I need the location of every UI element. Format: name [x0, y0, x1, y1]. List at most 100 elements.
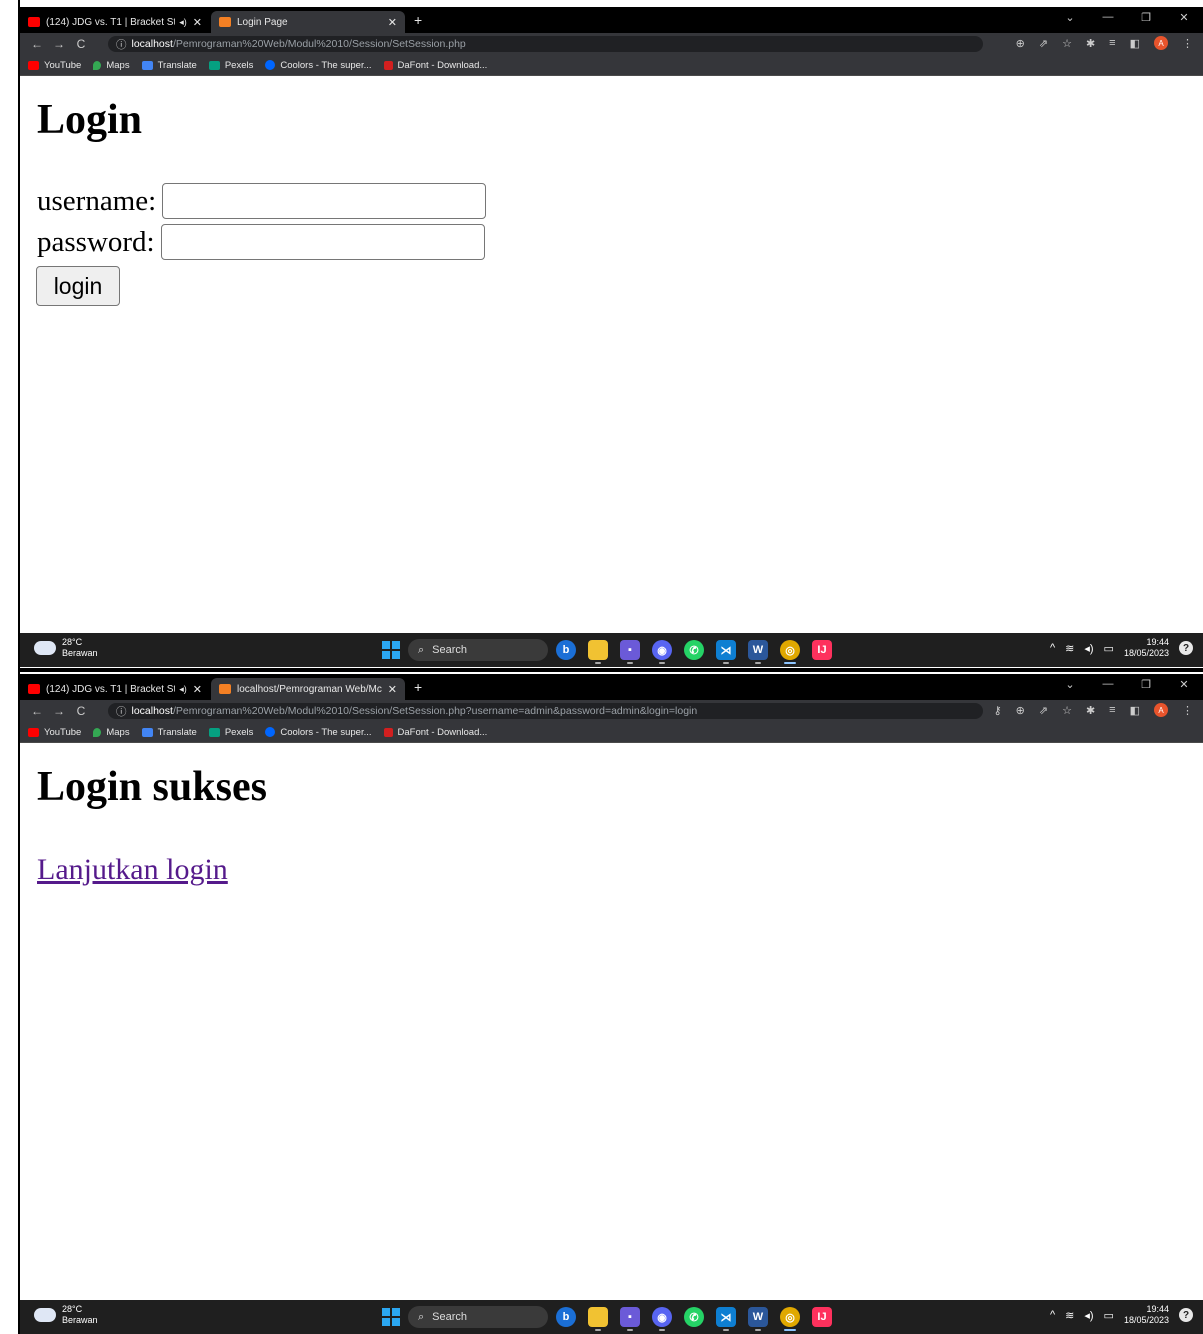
wifi-icon[interactable]: ≋: [1065, 1309, 1074, 1322]
speaker-icon[interactable]: ◂): [179, 17, 187, 28]
bookmark-dafont[interactable]: DaFont - Download...: [383, 60, 487, 71]
word-icon[interactable]: W: [748, 640, 768, 664]
discord-icon[interactable]: ◉: [652, 1307, 672, 1331]
volume-icon[interactable]: ◂): [1084, 1309, 1093, 1322]
close-window-icon[interactable]: ✕: [1165, 11, 1203, 24]
help-icon[interactable]: ?: [1179, 641, 1193, 655]
bookmark-maps[interactable]: Maps: [93, 727, 130, 738]
wifi-icon[interactable]: ≋: [1065, 642, 1074, 655]
volume-icon[interactable]: ◂): [1084, 642, 1093, 655]
bookmark-coolors[interactable]: Coolors - The super...: [265, 60, 372, 71]
whatsapp-icon[interactable]: ✆: [684, 1307, 704, 1327]
app-icon-1[interactable]: b: [556, 1307, 576, 1327]
battery-icon[interactable]: ▭: [1104, 1309, 1114, 1322]
bookmark-maps[interactable]: Maps: [93, 60, 130, 71]
new-tab-icon[interactable]: +: [414, 679, 422, 695]
weather-widget[interactable]: 28°C Berawan: [32, 1303, 98, 1326]
app-icon-1[interactable]: b: [556, 640, 576, 660]
tab-localhost[interactable]: localhost/Pemrograman Web/Mc ✕: [211, 678, 405, 700]
close-tab-icon[interactable]: ✕: [193, 683, 202, 696]
extensions-icon[interactable]: ✱: [1086, 704, 1095, 717]
restore-icon[interactable]: ❐: [1127, 11, 1165, 24]
bookmark-coolors[interactable]: Coolors - The super...: [265, 727, 372, 738]
whatsapp-icon[interactable]: ✆: [684, 640, 704, 660]
close-window-icon[interactable]: ✕: [1165, 678, 1203, 691]
clock[interactable]: 19:44 18/05/2023: [1124, 637, 1169, 659]
reading-list-icon[interactable]: ≡: [1109, 37, 1115, 49]
extensions-icon[interactable]: ✱: [1086, 37, 1095, 50]
jetbrains-icon[interactable]: IJ: [812, 640, 832, 660]
side-panel-icon[interactable]: ◧: [1130, 704, 1140, 717]
back-icon[interactable]: ←: [26, 704, 48, 718]
bookmark-star-icon[interactable]: ☆: [1062, 37, 1072, 50]
chrome-icon[interactable]: ◎: [780, 1307, 800, 1331]
clock[interactable]: 19:44 18/05/2023: [1124, 1304, 1169, 1326]
word-icon[interactable]: W: [748, 1307, 768, 1331]
reload-icon[interactable]: C: [70, 704, 92, 718]
close-tab-icon[interactable]: ✕: [388, 16, 397, 29]
tab-search-icon[interactable]: ⌄: [1051, 678, 1089, 691]
file-explorer-icon[interactable]: [588, 1307, 608, 1331]
close-tab-icon[interactable]: ✕: [193, 16, 202, 29]
back-icon[interactable]: ←: [26, 37, 48, 51]
forward-icon[interactable]: →: [48, 704, 70, 718]
login-button[interactable]: login: [36, 266, 120, 306]
vscode-icon[interactable]: ⋊: [716, 1307, 736, 1331]
app-icon-3[interactable]: ▪: [620, 1307, 640, 1331]
share-icon[interactable]: ⇗: [1039, 704, 1048, 717]
vscode-icon[interactable]: ⋊: [716, 640, 736, 664]
bookmark-pexels[interactable]: Pexels: [208, 60, 253, 71]
zoom-icon[interactable]: ⊕: [1016, 37, 1025, 50]
side-panel-icon[interactable]: ◧: [1130, 37, 1140, 50]
taskbar-search[interactable]: ⌕ Search: [408, 639, 548, 661]
tab-strip: (124) JDG vs. T1 | Bracket Sta ◂) ✕ loca…: [20, 674, 1203, 700]
share-icon[interactable]: ⇗: [1039, 37, 1048, 50]
tab-youtube[interactable]: (124) JDG vs. T1 | Bracket Sta ◂) ✕: [20, 11, 210, 33]
zoom-icon[interactable]: ⊕: [1016, 704, 1025, 717]
minimize-icon[interactable]: —: [1089, 678, 1127, 691]
info-icon[interactable]: ⓘ: [116, 704, 127, 719]
new-tab-icon[interactable]: +: [414, 12, 422, 28]
chrome-icon[interactable]: ◎: [780, 640, 800, 664]
chevron-up-icon[interactable]: ^: [1050, 642, 1055, 654]
url-field[interactable]: ⓘ localhost /Pemrograman%20Web/Modul%201…: [108, 703, 983, 719]
bookmark-youtube[interactable]: YouTube: [28, 727, 81, 738]
app-icon-3[interactable]: ▪: [620, 640, 640, 664]
bookmark-translate[interactable]: Translate: [141, 60, 197, 71]
tab-search-icon[interactable]: ⌄: [1051, 11, 1089, 24]
close-tab-icon[interactable]: ✕: [388, 683, 397, 696]
info-icon[interactable]: ⓘ: [116, 37, 127, 52]
discord-icon[interactable]: ◉: [652, 640, 672, 664]
tab-login-page[interactable]: Login Page ✕: [211, 11, 405, 33]
start-button[interactable]: [382, 641, 400, 659]
minimize-icon[interactable]: —: [1089, 11, 1127, 24]
bookmark-pexels[interactable]: Pexels: [208, 727, 253, 738]
reload-icon[interactable]: C: [70, 37, 92, 51]
menu-icon[interactable]: ⋮: [1182, 37, 1193, 50]
profile-avatar-icon[interactable]: A: [1154, 36, 1168, 50]
weather-widget[interactable]: 28°C Berawan: [32, 636, 98, 659]
speaker-icon[interactable]: ◂): [179, 684, 187, 695]
reading-list-icon[interactable]: ≡: [1109, 704, 1115, 716]
url-field[interactable]: ⓘ localhost /Pemrograman%20Web/Modul%201…: [108, 36, 983, 52]
bookmark-youtube[interactable]: YouTube: [28, 60, 81, 71]
password-input[interactable]: [160, 224, 485, 260]
username-input[interactable]: [162, 183, 487, 219]
start-button[interactable]: [382, 1308, 400, 1326]
menu-icon[interactable]: ⋮: [1182, 704, 1193, 717]
profile-avatar-icon[interactable]: A: [1154, 703, 1168, 717]
tab-youtube[interactable]: (124) JDG vs. T1 | Bracket Sta ◂) ✕: [20, 678, 210, 700]
restore-icon[interactable]: ❐: [1127, 678, 1165, 691]
bookmark-translate[interactable]: Translate: [141, 727, 197, 738]
key-icon[interactable]: ⚷: [994, 704, 1002, 717]
continue-login-link[interactable]: Lanjutkan login: [37, 853, 228, 887]
jetbrains-icon[interactable]: IJ: [812, 1307, 832, 1327]
taskbar-search[interactable]: ⌕ Search: [408, 1306, 548, 1328]
forward-icon[interactable]: →: [48, 37, 70, 51]
file-explorer-icon[interactable]: [588, 640, 608, 664]
help-icon[interactable]: ?: [1179, 1308, 1193, 1322]
bookmark-star-icon[interactable]: ☆: [1062, 704, 1072, 717]
bookmark-dafont[interactable]: DaFont - Download...: [383, 727, 487, 738]
chevron-up-icon[interactable]: ^: [1050, 1309, 1055, 1321]
battery-icon[interactable]: ▭: [1104, 642, 1114, 655]
